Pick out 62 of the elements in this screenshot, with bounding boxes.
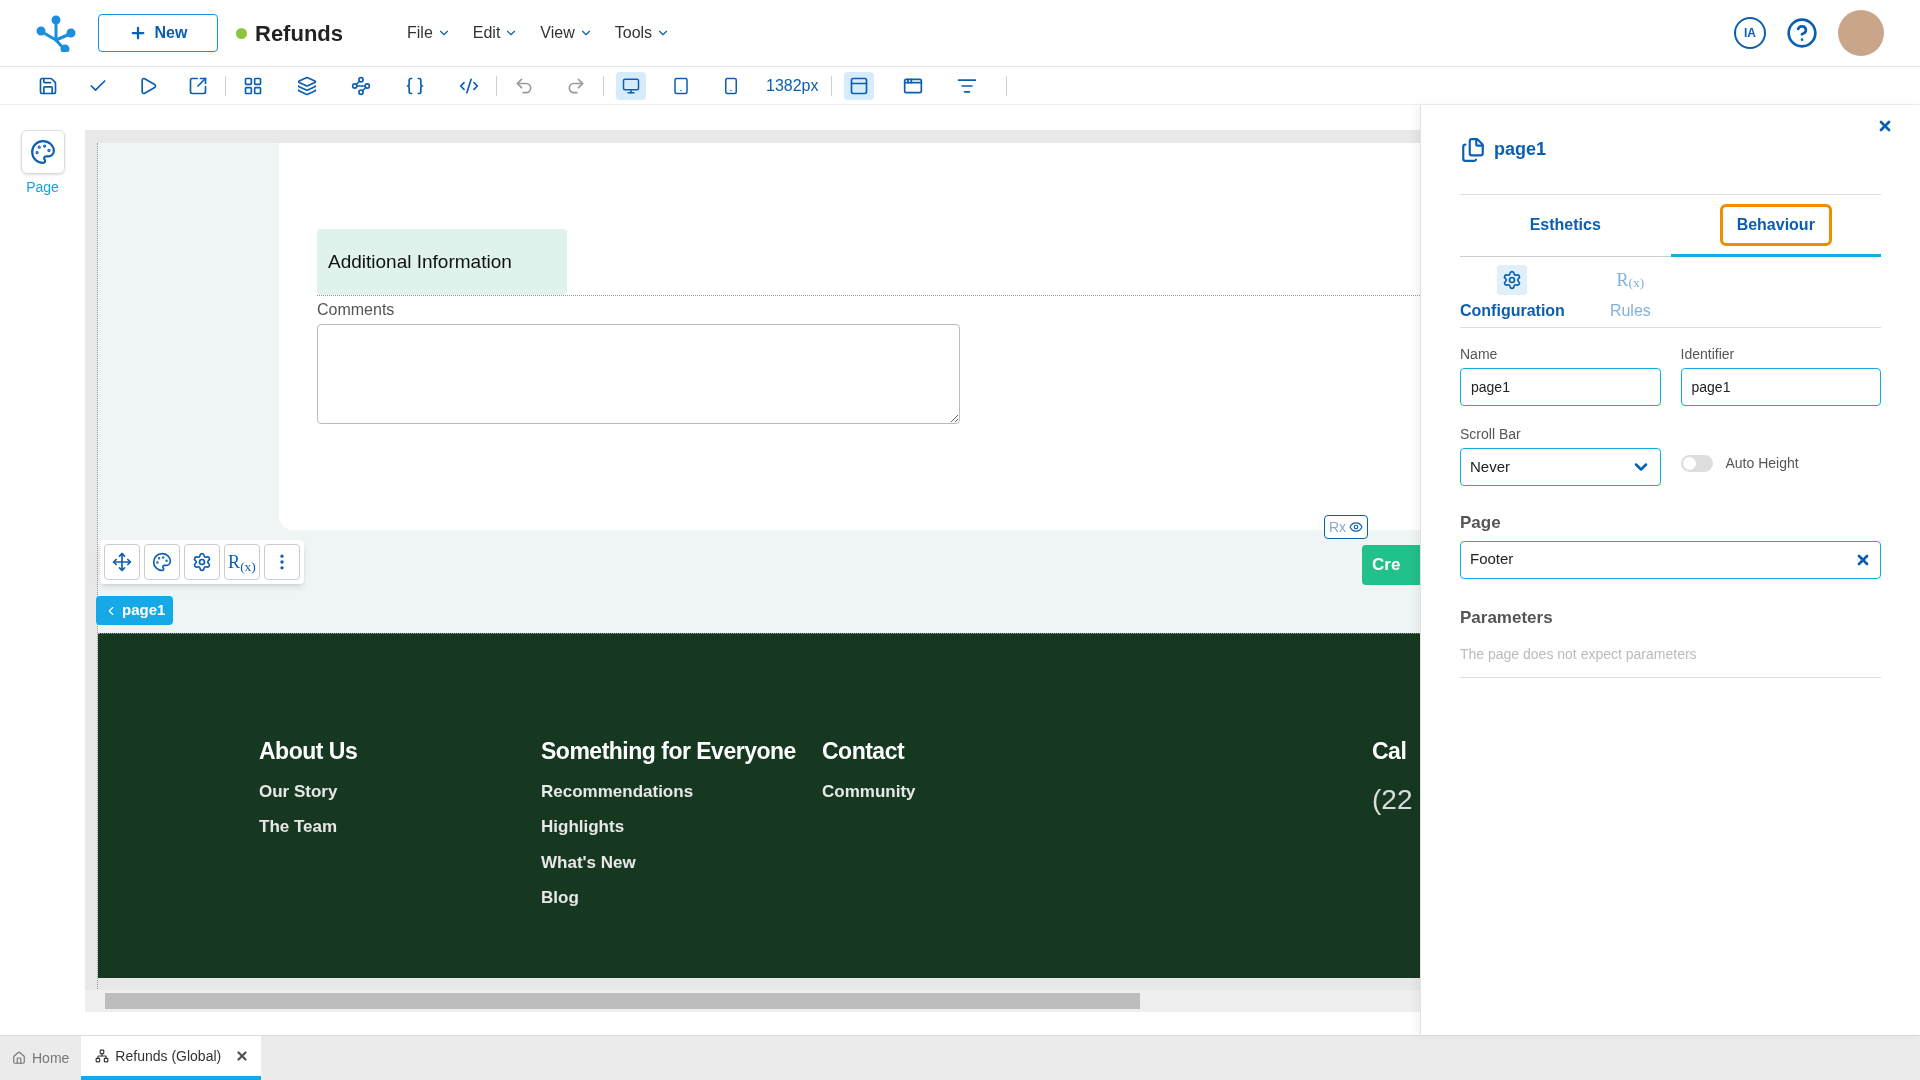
footer-link[interactable]: Community xyxy=(822,778,1372,804)
move-icon[interactable] xyxy=(104,544,140,580)
home-icon xyxy=(12,1051,26,1065)
section-heading: Parameters xyxy=(1460,606,1554,629)
footer-link[interactable]: What's New xyxy=(541,849,822,875)
help-icon[interactable] xyxy=(1786,17,1818,49)
field-label: Comments xyxy=(317,300,396,320)
comments-field[interactable] xyxy=(317,324,960,424)
document-tab[interactable]: Refunds (Global) xyxy=(81,1036,262,1080)
palette-icon[interactable] xyxy=(144,544,180,580)
footer-heading: About Us xyxy=(259,737,359,766)
new-button[interactable]: New xyxy=(98,14,218,52)
text-field[interactable]: page1 xyxy=(1460,368,1661,406)
footer-heading: Cal xyxy=(1372,737,1408,766)
section-heading: Page xyxy=(1460,512,1502,534)
panel-tab[interactable]: Behaviour xyxy=(1719,203,1832,246)
footer-heading: Contact xyxy=(822,737,906,766)
field-value: Footer xyxy=(1470,549,1514,570)
palette-icon xyxy=(29,139,56,165)
footer-link[interactable]: Recommendations xyxy=(541,778,822,804)
auto-height-toggle[interactable] xyxy=(1680,454,1713,472)
footer-link[interactable]: Blog xyxy=(541,885,822,911)
footer-link[interactable]: Our Story xyxy=(259,778,541,804)
project-name: Refunds xyxy=(255,19,343,48)
rules-button[interactable]: R$_{(x)}$ xyxy=(224,544,260,580)
close-icon[interactable] xyxy=(1877,118,1893,134)
document-tab[interactable]: Home xyxy=(0,1036,82,1080)
toggle-label: Auto Height xyxy=(1725,453,1799,473)
menu-item[interactable]: Tools xyxy=(614,21,671,45)
settings-icon[interactable] xyxy=(184,544,220,580)
settings-icon xyxy=(1497,265,1528,295)
rx-badge: Rx xyxy=(1323,515,1368,539)
horizontal-scrollbar[interactable] xyxy=(85,990,1420,1012)
width-reading: 1382px xyxy=(766,75,819,96)
menu-item[interactable]: View xyxy=(540,21,593,45)
text-field[interactable]: page1 xyxy=(1680,368,1881,406)
field-label: Identifier xyxy=(1680,345,1736,364)
desktop-view-icon[interactable] xyxy=(616,71,646,100)
field-label: Scroll Bar xyxy=(1460,425,1522,444)
panel-title: page1 xyxy=(1494,138,1547,161)
page-icon xyxy=(1460,136,1486,163)
menu-item[interactable]: File xyxy=(407,21,451,45)
panel-layout-icon[interactable] xyxy=(843,71,874,100)
close-icon xyxy=(235,1049,250,1063)
field-label: Name xyxy=(1460,345,1499,364)
panel-tab[interactable]: Esthetics xyxy=(1512,203,1618,246)
logo-icon xyxy=(36,14,76,52)
tree-icon xyxy=(95,1049,110,1063)
page-field[interactable]: Footer xyxy=(1460,540,1881,579)
rail-label: Page xyxy=(26,178,59,197)
page-palette-button[interactable] xyxy=(20,130,65,174)
sub-tab[interactable]: Configuration xyxy=(1460,265,1565,323)
footer-heading: Something for Everyone xyxy=(541,737,797,766)
rules-icon: R$_{(x)}$ xyxy=(1616,265,1645,295)
scroll-bar-select[interactable]: Never xyxy=(1460,448,1661,486)
section-title: Additional Information xyxy=(317,229,567,295)
empty-message: The page does not expect parameters xyxy=(1460,644,1881,678)
ai-button[interactable]: IA xyxy=(1734,17,1766,49)
footer-link[interactable]: Highlights xyxy=(541,814,822,840)
phone-number: (22 xyxy=(1372,782,1414,817)
footer-link[interactable]: The Team xyxy=(259,814,541,840)
menu-item[interactable]: Edit xyxy=(472,21,519,45)
